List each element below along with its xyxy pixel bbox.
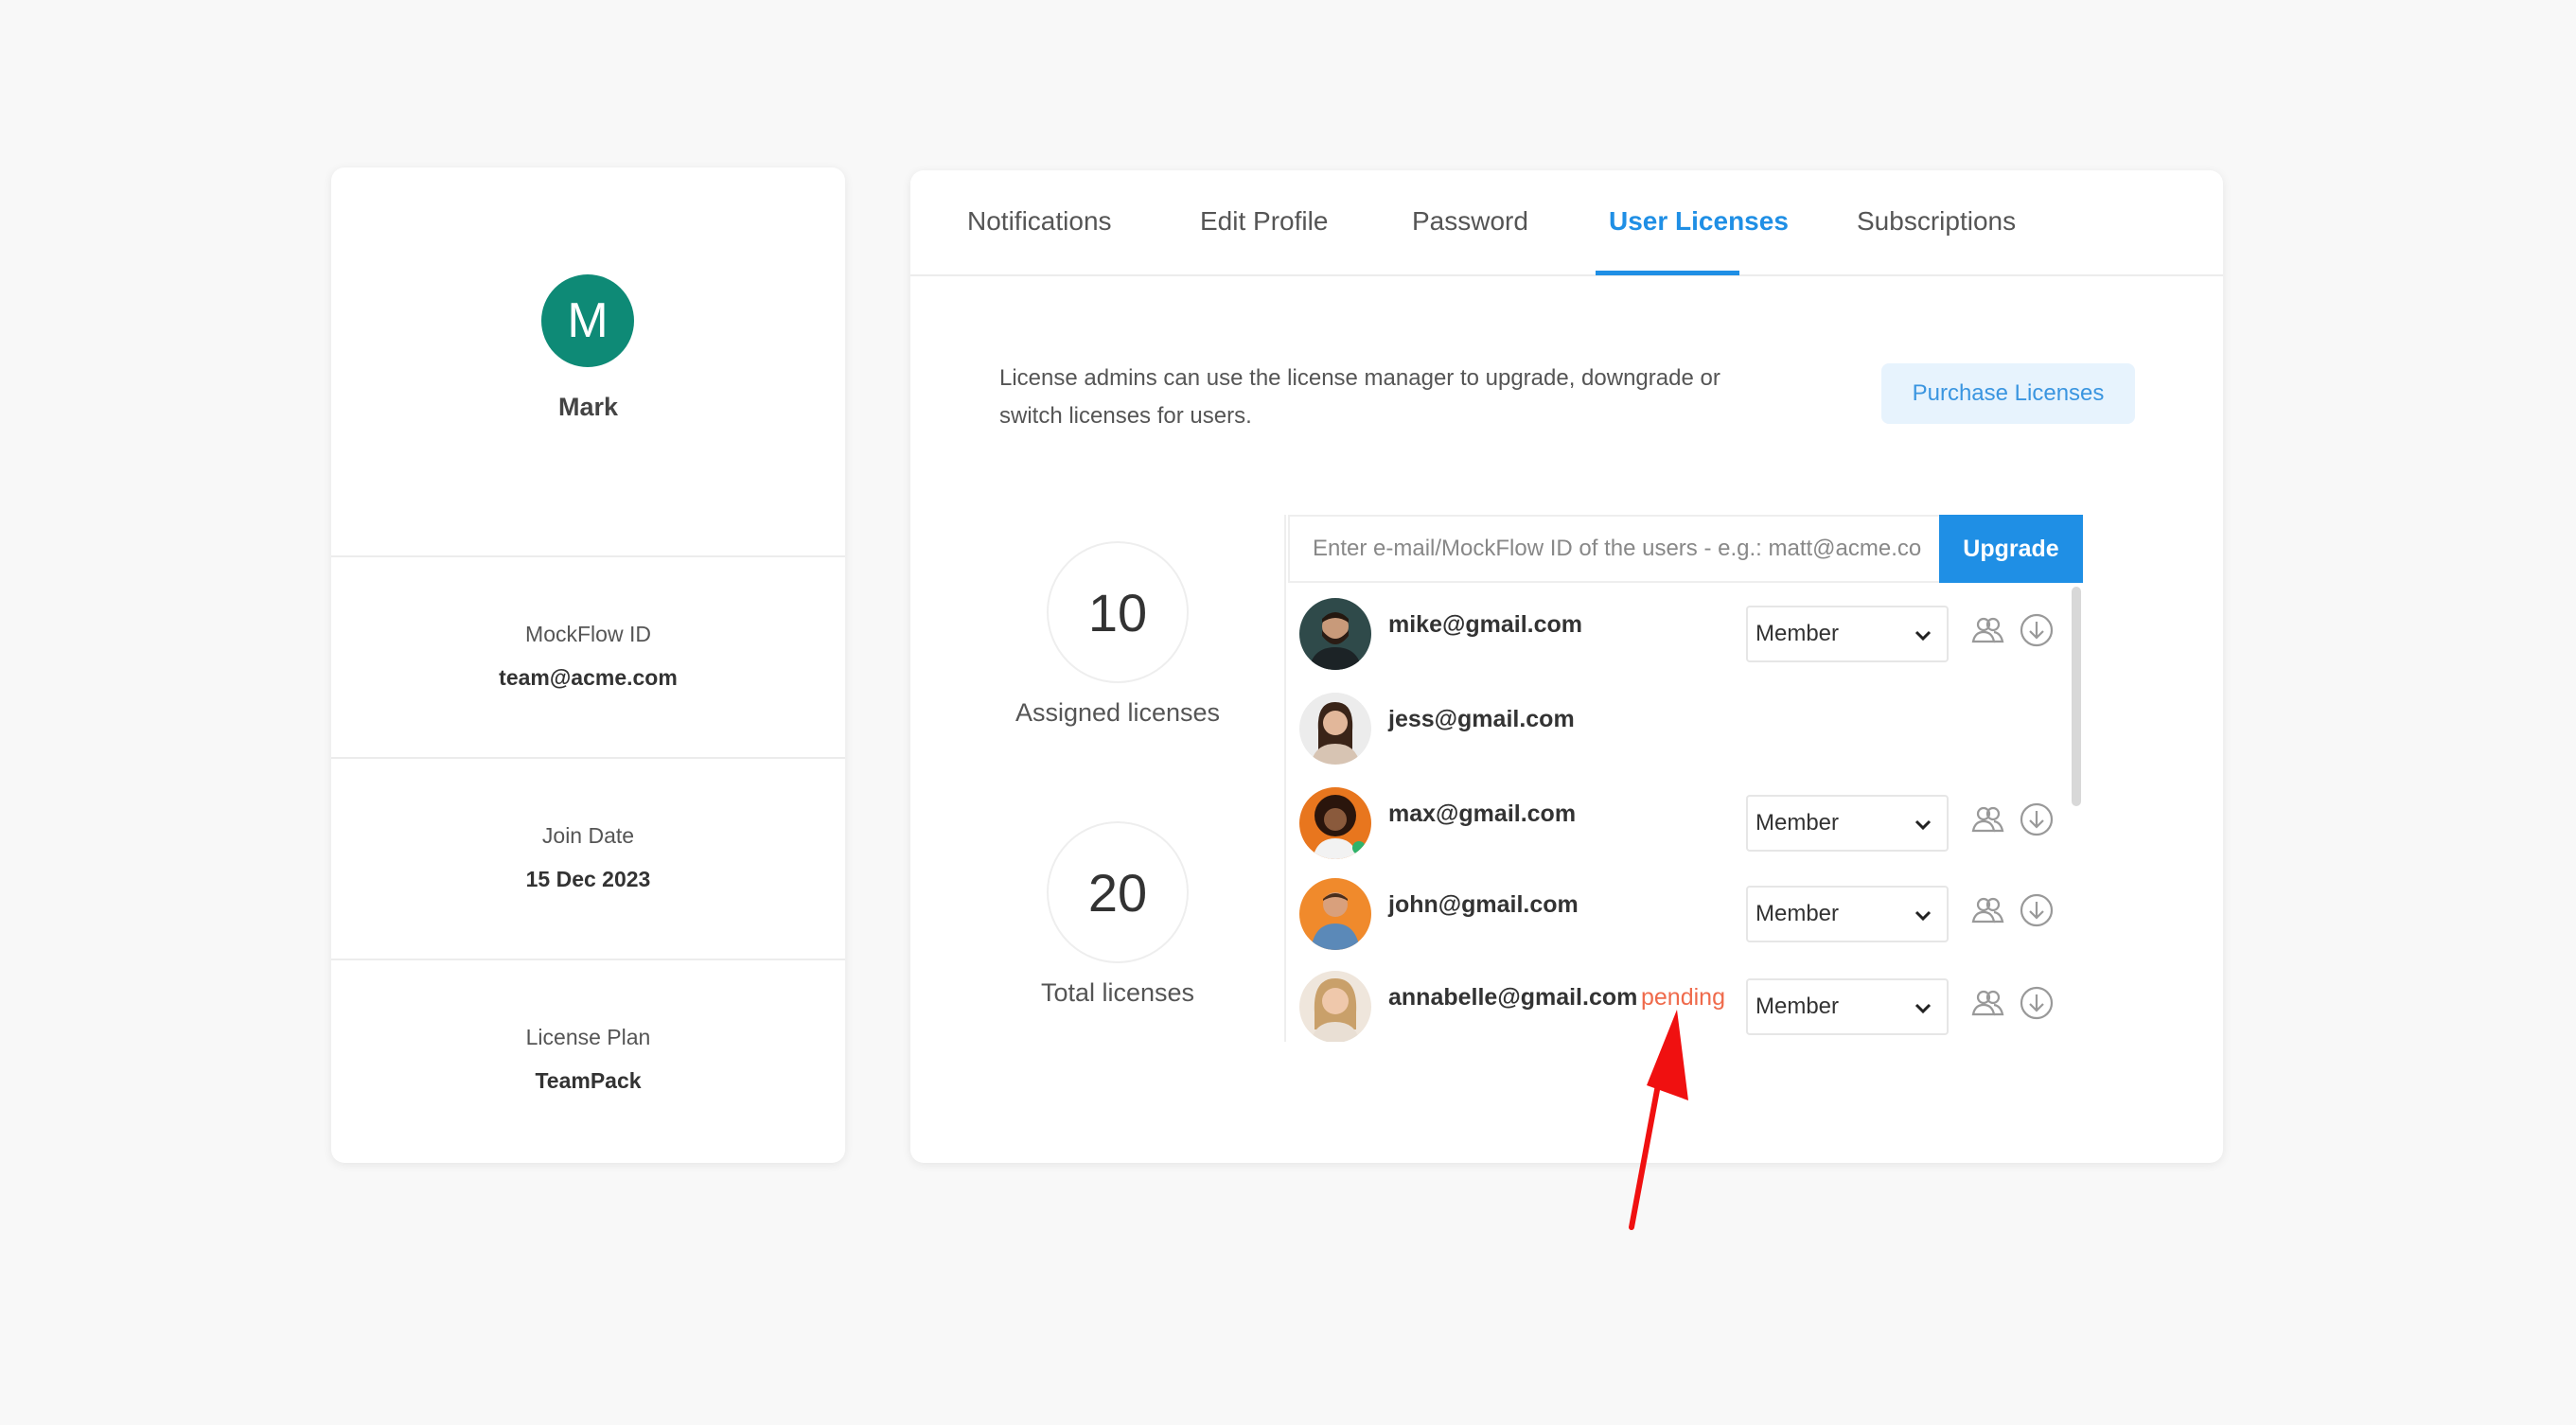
info-label: License Plan (525, 1025, 651, 1049)
assigned-licenses-count: 10 (1047, 541, 1189, 683)
info-value: TeamPack (535, 1068, 642, 1093)
upgrade-button-label: Upgrade (1963, 535, 2059, 562)
man-orange-avatar-icon (1299, 878, 1371, 950)
user-search-input[interactable] (1288, 515, 1939, 583)
info-value: team@acme.com (499, 665, 678, 690)
chevron-down-icon (1914, 1003, 1932, 1014)
role-select[interactable]: Member (1746, 795, 1949, 852)
role-select-value: Member (1756, 810, 1840, 836)
mockflow-id-block: MockFlow ID team@acme.com (331, 557, 845, 759)
tab-bar: Notifications Edit Profile Password User… (910, 170, 2223, 276)
user-email: mike@gmail.com (1388, 611, 1583, 638)
avatar[interactable]: M (541, 274, 634, 367)
tab-user-licenses[interactable]: User Licenses (1609, 206, 1789, 237)
role-select-value: Member (1756, 994, 1840, 1019)
man-beard-avatar-icon (1299, 598, 1371, 670)
switch-user-icon[interactable] (1969, 612, 2005, 648)
profile-card: M Mark MockFlow ID team@acme.com Join Da… (331, 167, 845, 1163)
chevron-down-icon (1914, 819, 1932, 831)
woman-avatar-icon (1299, 693, 1371, 765)
tab-edit-profile[interactable]: Edit Profile (1200, 206, 1328, 237)
info-value: 15 Dec 2023 (525, 867, 651, 891)
user-row: max@gmail.com Member (1286, 776, 2072, 867)
role-select[interactable]: Member (1746, 978, 1949, 1035)
role-select-value: Member (1756, 621, 1840, 646)
user-email: jess@gmail.com (1388, 706, 1575, 732)
license-plan-block: License Plan TeamPack (331, 960, 845, 1162)
upgrade-button[interactable]: Upgrade (1939, 515, 2083, 583)
tab-password[interactable]: Password (1412, 206, 1528, 237)
chevron-down-icon (1914, 910, 1932, 922)
user-row: jess@gmail.com (1286, 681, 2072, 772)
chevron-down-icon (1914, 630, 1932, 642)
annotation-arrow-icon (1629, 1010, 1688, 1230)
role-select-value: Member (1756, 901, 1840, 926)
woman-blonde-avatar-icon (1299, 971, 1371, 1042)
switch-user-icon[interactable] (1969, 801, 2005, 837)
download-circle-icon[interactable] (2019, 612, 2055, 648)
tab-notifications[interactable]: Notifications (967, 206, 1112, 237)
assigned-licenses-label: Assigned licenses (1015, 698, 1221, 727)
user-email: john@gmail.com (1388, 891, 1579, 918)
role-select[interactable]: Member (1746, 606, 1949, 662)
user-email: annabelle@gmail.com (1388, 984, 1638, 1011)
tab-subscriptions[interactable]: Subscriptions (1857, 206, 2016, 237)
total-licenses-label: Total licenses (1040, 978, 1195, 1007)
download-circle-icon[interactable] (2019, 985, 2055, 1021)
user-email: max@gmail.com (1388, 800, 1577, 827)
info-label: MockFlow ID (525, 622, 651, 646)
download-circle-icon[interactable] (2019, 801, 2055, 837)
switch-user-icon[interactable] (1969, 985, 2005, 1021)
user-license-panel: Upgrade mike@gmail.com Member jes (1284, 515, 2087, 1042)
woman-curly-avatar-icon (1299, 787, 1371, 859)
total-licenses-count: 20 (1047, 821, 1189, 963)
role-select[interactable]: Member (1746, 886, 1949, 942)
active-tab-indicator (1596, 271, 1739, 275)
settings-card: Notifications Edit Profile Password User… (910, 170, 2223, 1163)
switch-user-icon[interactable] (1969, 892, 2005, 928)
scrollbar[interactable] (2072, 587, 2081, 806)
license-description: License admins can use the license manag… (999, 365, 1720, 429)
profile-header: M Mark (331, 167, 845, 557)
join-date-block: Join Date 15 Dec 2023 (331, 759, 845, 960)
user-row: mike@gmail.com Member (1286, 587, 2072, 677)
profile-name: Mark (557, 393, 619, 421)
download-circle-icon[interactable] (2019, 892, 2055, 928)
info-label: Join Date (541, 823, 635, 848)
user-row: john@gmail.com Member (1286, 867, 2072, 958)
purchase-licenses-button[interactable]: Purchase Licenses (1881, 363, 2135, 424)
